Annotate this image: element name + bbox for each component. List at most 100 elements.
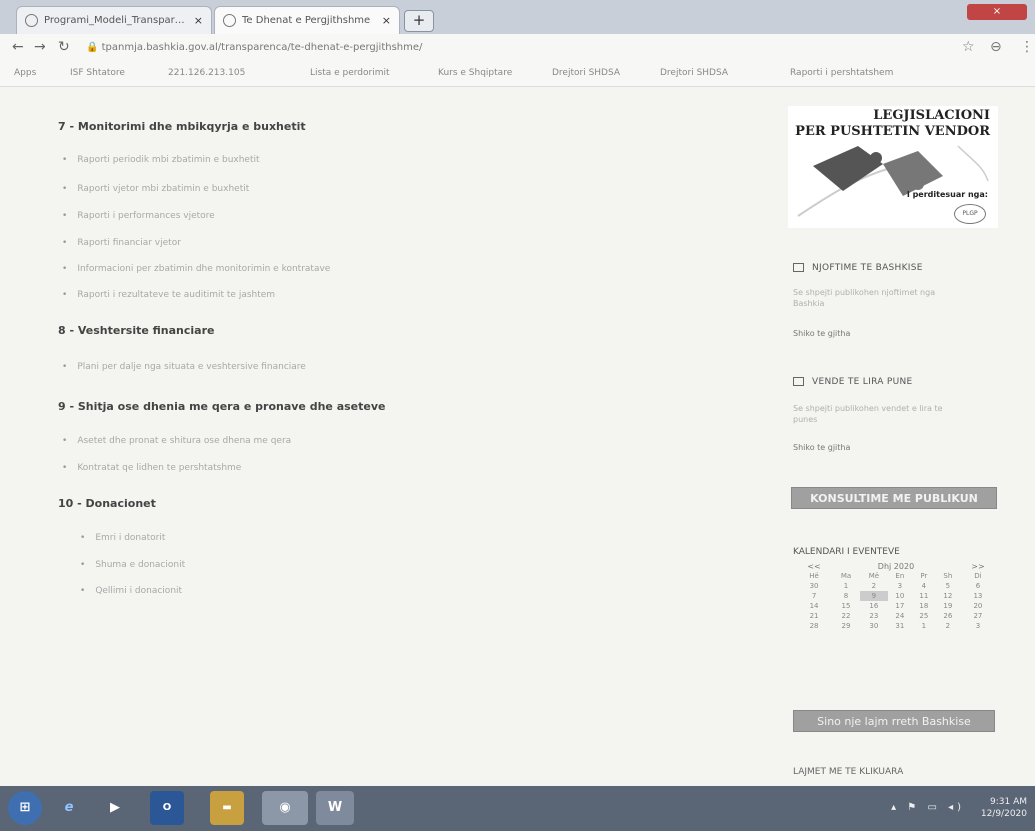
list-item-link[interactable]: Raporti financiar vjetor: [62, 238, 181, 248]
calendar-day[interactable]: 16: [860, 601, 888, 611]
banner-subtitle: I perditesuar nga:: [906, 190, 988, 199]
list-item-link[interactable]: Qellimi i donacionit: [80, 586, 182, 596]
calendar-day[interactable]: 3: [960, 621, 996, 631]
profile-icon[interactable]: ⊖: [990, 39, 1002, 55]
new-tab-button[interactable]: +: [404, 10, 434, 32]
bookmark-item[interactable]: Apps: [14, 68, 36, 78]
calendar-day[interactable]: 2: [936, 621, 960, 631]
system-tray-icons[interactable]: ▴ ⚑ ▭ ◂): [891, 802, 965, 813]
calendar-day[interactable]: 29: [832, 621, 860, 631]
calendar-title: KALENDARI I EVENTEVE: [793, 547, 900, 557]
calendar-day[interactable]: 26: [936, 611, 960, 621]
calendar-day[interactable]: 5: [936, 581, 960, 591]
legislation-banner[interactable]: LEGJISLACIONI PER PUSHTETIN VENDOR I per…: [788, 106, 998, 228]
calendar-day[interactable]: 6: [960, 581, 996, 591]
list-item-link[interactable]: Raporti periodik mbi zbatimin e buxhetit: [62, 155, 259, 165]
bookmark-item[interactable]: Drejtori SHDSA: [660, 68, 728, 78]
url-text: tpanmja.bashkia.gov.al/transparenca/te-d…: [101, 42, 423, 53]
tab-label: Programi_Modeli_Transparenc: [44, 15, 188, 26]
calendar-day[interactable]: 20: [960, 601, 996, 611]
weekday-label: En: [895, 572, 905, 580]
close-icon[interactable]: ×: [382, 14, 391, 27]
most-clicked-news-heading: LAJMET ME TE KLIKUARA: [793, 767, 904, 777]
reload-icon[interactable]: ↻: [58, 39, 70, 55]
word-icon[interactable]: W: [316, 791, 354, 825]
public-consultation-button[interactable]: KONSULTIME ME PUBLIKUN: [791, 487, 997, 509]
list-item-link[interactable]: Raporti i rezultateve te auditimit te ja…: [62, 290, 275, 300]
calendar-day[interactable]: 23: [860, 611, 888, 621]
bookmark-item[interactable]: Raporti i pershtatshem: [790, 68, 893, 78]
calendar-day[interactable]: 15: [832, 601, 860, 611]
calendar-prev-button[interactable]: <<: [796, 561, 832, 571]
calendar-day[interactable]: 22: [832, 611, 860, 621]
calendar-day[interactable]: 10: [888, 591, 912, 601]
menu-dots-icon[interactable]: ⋮: [1020, 39, 1034, 55]
list-item-link[interactable]: Shuma e donacionit: [80, 560, 185, 570]
section-title: 7 - Monitorimi dhe mbikqyrja e buxhetit: [58, 120, 306, 133]
media-player-icon[interactable]: ▶: [98, 791, 132, 825]
forward-arrow-icon[interactable]: →: [34, 39, 46, 55]
calendar-day[interactable]: 30: [796, 581, 832, 591]
calendar-day[interactable]: 14: [796, 601, 832, 611]
calendar-day[interactable]: 19: [936, 601, 960, 611]
browser-tab[interactable]: Programi_Modeli_Transparenc ×: [16, 6, 212, 34]
list-item-link[interactable]: Kontratat qe lidhen te pershtatshme: [62, 463, 241, 473]
calendar-day[interactable]: 27: [960, 611, 996, 621]
calendar-day-today[interactable]: 9: [859, 591, 888, 601]
close-icon[interactable]: ×: [194, 14, 203, 27]
chrome-icon[interactable]: ◉: [262, 791, 308, 825]
bookmark-item[interactable]: ISF Shtatore: [70, 68, 125, 78]
banner-title: LEGJISLACIONI: [873, 108, 990, 123]
lock-icon: 🔒: [86, 42, 102, 53]
calendar-day[interactable]: 11: [912, 591, 936, 601]
calendar-day[interactable]: 13: [960, 591, 996, 601]
jobs-see-all-link[interactable]: Shiko te gjitha: [793, 443, 850, 452]
system-clock[interactable]: 9:31 AM 12/9/2020: [981, 796, 1027, 820]
calendar-day[interactable]: 7: [796, 591, 832, 601]
calendar-day[interactable]: 1: [912, 621, 936, 631]
weekday-label: Ma: [840, 572, 852, 580]
bookmark-item[interactable]: Drejtori SHDSA: [552, 68, 620, 78]
list-item-link[interactable]: Asetet dhe pronat e shitura ose dhena me…: [62, 436, 291, 446]
list-item-link[interactable]: Plani per dalje nga situata e veshtersiv…: [62, 362, 306, 372]
send-news-button[interactable]: Sino nje lajm rreth Bashkise: [793, 710, 995, 732]
announcements-see-all-link[interactable]: Shiko te gjitha: [793, 329, 850, 338]
list-item-link[interactable]: Informacioni per zbatimin dhe monitorimi…: [62, 264, 330, 274]
star-icon[interactable]: ☆: [962, 39, 975, 55]
calendar-day[interactable]: 12: [936, 591, 960, 601]
calendar-next-button[interactable]: >>: [960, 561, 996, 571]
bookmark-item[interactable]: Lista e perdorimit: [310, 68, 390, 78]
calendar-day[interactable]: 8: [832, 591, 860, 601]
calendar-day[interactable]: 1: [832, 581, 860, 591]
back-arrow-icon[interactable]: ←: [12, 39, 24, 55]
calendar-day[interactable]: 31: [888, 621, 912, 631]
section-title: 8 - Veshtersite financiare: [58, 324, 215, 337]
calendar-day[interactable]: 18: [912, 601, 936, 611]
bookmarks-bar: Apps ISF Shtatore 221.126.213.105 Lista …: [0, 62, 1035, 87]
calendar-day[interactable]: 21: [796, 611, 832, 621]
calendar-day[interactable]: 28: [796, 621, 832, 631]
list-item-link[interactable]: Raporti i performances vjetore: [62, 211, 214, 221]
calendar-day[interactable]: 25: [912, 611, 936, 621]
file-explorer-icon[interactable]: ▬: [210, 791, 244, 825]
close-window-button[interactable]: ×: [967, 4, 1027, 20]
calendar-day[interactable]: 30: [860, 621, 888, 631]
calendar-day[interactable]: 4: [912, 581, 936, 591]
weekday-label: Më: [868, 572, 880, 580]
calendar-day[interactable]: 24: [888, 611, 912, 621]
os-taskbar: ⊞ e ▶ O ▬ ◉ W ▴ ⚑ ▭ ◂) 9:31 AM 12/9/2020: [0, 786, 1035, 831]
address-bar[interactable]: 🔒 tpanmja.bashkia.gov.al/transparenca/te…: [86, 38, 946, 58]
bookmark-item[interactable]: 221.126.213.105: [168, 68, 245, 78]
weekday-label: Di: [974, 572, 982, 580]
section-title: 10 - Donacionet: [58, 497, 156, 510]
bookmark-item[interactable]: Kurs e Shqiptare: [438, 68, 512, 78]
calendar-day[interactable]: 3: [888, 581, 912, 591]
internet-explorer-icon[interactable]: e: [52, 791, 86, 825]
list-item-link[interactable]: Emri i donatorit: [80, 533, 165, 543]
outlook-icon[interactable]: O: [150, 791, 184, 825]
calendar-day[interactable]: 2: [860, 581, 888, 591]
browser-tab-active[interactable]: Te Dhenat e Pergjithshme ×: [214, 6, 400, 34]
start-button-icon[interactable]: ⊞: [8, 791, 42, 825]
list-item-link[interactable]: Raporti vjetor mbi zbatimin e buxhetit: [62, 184, 249, 194]
calendar-day[interactable]: 17: [888, 601, 912, 611]
